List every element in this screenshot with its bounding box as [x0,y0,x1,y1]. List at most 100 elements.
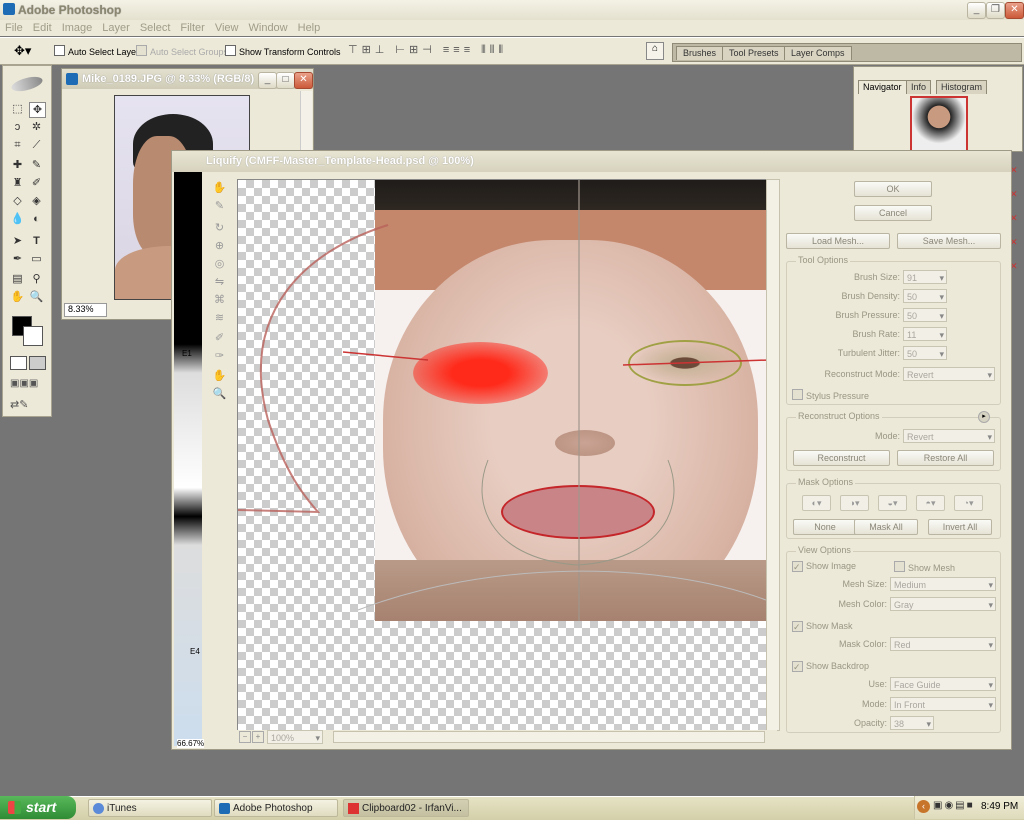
dodge-tool-icon[interactable]: ◐ [29,212,44,226]
backdrop-opacity-field[interactable]: 38 [890,716,934,731]
brush-pressure-field[interactable]: 50 [903,308,947,323]
thaw-mask-icon[interactable]: ✑ [212,349,227,364]
tray-icons[interactable]: ▣◉▤■ [933,800,975,811]
mesh-size-select[interactable]: Medium [890,577,996,592]
menu-filter[interactable]: Filter [175,20,209,36]
doc-close-button[interactable]: ✕ [294,72,313,89]
canvas-horizontal-scrollbar[interactable] [333,731,765,743]
menu-layer[interactable]: Layer [97,20,135,36]
bloat-tool-icon[interactable]: ◎ [212,257,227,272]
push-left-icon[interactable]: ⇋ [212,275,227,290]
stamp-tool-icon[interactable]: ♜ [10,176,25,190]
tab-histogram[interactable]: Histogram [936,80,988,94]
save-mesh-button[interactable]: Save Mesh... [897,233,1001,249]
minimize-button[interactable]: _ [967,2,986,19]
tab-brushes[interactable]: Brushes [676,46,724,60]
palette-well-icon[interactable]: ⌂ [646,42,664,60]
reconstruct-tool-icon[interactable]: ✎ [212,199,227,214]
mask-color-select[interactable]: Red [890,637,996,652]
tab-layer-comps[interactable]: Layer Comps [784,46,852,60]
pen-tool-icon[interactable]: ✒ [10,252,25,266]
mirror-tool-icon[interactable]: ⌘ [212,293,227,308]
eraser-tool-icon[interactable]: ◇ [10,194,25,208]
mask-all-button[interactable]: Mask All [854,519,918,535]
reconstruct-mode-select-2[interactable]: Revert [903,429,995,444]
menu-window[interactable]: Window [244,20,293,36]
quick-mask-icon[interactable] [29,356,46,370]
invert-all-button[interactable]: Invert All [928,519,992,535]
turbulent-jitter-field[interactable]: 50 [903,346,947,361]
move-tool-icon[interactable]: ✥▾ [14,43,31,59]
screen-mode-icons[interactable]: ▣▣▣ [10,378,38,389]
eyedropper-icon[interactable]: ⚲ [29,272,44,286]
task-itunes[interactable]: iTunes [88,799,212,817]
hand-tool-icon[interactable]: ✋ [10,290,25,304]
menu-help[interactable]: Help [293,20,326,36]
auto-select-layer-option[interactable]: Auto Select Layer [54,45,139,57]
move-tool-icon[interactable]: ✥ [29,102,46,118]
zoom-tool-icon[interactable]: 🔍 [212,387,227,402]
menu-select[interactable]: Select [135,20,176,36]
tab-info[interactable]: Info [906,80,932,94]
show-transform-controls-option[interactable]: Show Transform Controls [225,45,341,57]
show-image-option[interactable]: ✓ Show Image [792,561,856,572]
liquify-canvas[interactable] [237,179,767,731]
slice-tool-icon[interactable]: ⟋ [29,138,44,152]
stylus-pressure-option[interactable]: Stylus Pressure [792,389,869,401]
show-mesh-option[interactable]: Show Mesh [894,561,955,573]
show-backdrop-option[interactable]: ✓ Show Backdrop [792,661,869,672]
menu-image[interactable]: Image [57,20,98,36]
background-color-swatch[interactable] [23,326,43,346]
reconstruct-mode-select[interactable]: Revert [903,367,995,382]
brush-size-field[interactable]: 91 [903,270,947,285]
magic-wand-icon[interactable]: ✲ [29,120,44,134]
standard-mode-icon[interactable] [10,356,27,370]
zoom-in-icon[interactable]: + [252,731,264,743]
restore-all-button[interactable]: Restore All [897,450,994,466]
tray-expand-icon[interactable]: ‹ [917,800,930,813]
menu-edit[interactable]: Edit [28,20,57,36]
jump-to-imageready-icon[interactable]: ⇄✎ [10,398,28,411]
marquee-tool-icon[interactable]: ⬚ [10,102,25,116]
task-photoshop[interactable]: Adobe Photoshop [214,799,338,817]
twirl-tool-icon[interactable]: ↻ [212,221,227,236]
restore-button[interactable]: ❐ [986,2,1005,19]
zoom-out-icon[interactable]: − [239,731,251,743]
hand-tool-icon[interactable]: ✋ [212,369,227,384]
turbulence-tool-icon[interactable]: ≋ [212,311,227,326]
reconstruct-button[interactable]: Reconstruct [793,450,890,466]
cancel-button[interactable]: Cancel [854,205,932,221]
freeze-mask-icon[interactable]: ✐ [212,331,227,346]
zoom-tool-icon[interactable]: 🔍 [29,290,44,304]
menu-view[interactable]: View [210,20,244,36]
doc-maximize-button[interactable]: □ [276,72,295,89]
backdrop-mode-select[interactable]: In Front [890,697,996,712]
lasso-tool-icon[interactable]: ↄ [10,120,25,134]
brush-tool-icon[interactable]: ✎ [29,158,44,172]
task-irfanview[interactable]: Clipboard02 - IrfanVi... [343,799,469,817]
mask-none-button[interactable]: None [793,519,857,535]
mask-subtract-icon[interactable]: ◒▾ [878,495,907,511]
type-tool-icon[interactable]: T [29,234,44,248]
mask-add-icon[interactable]: ◑▾ [840,495,869,511]
align-icons[interactable]: ⊤⊞⊥ ⊢⊞⊣ ≡≡≡ ⫴⫴⫴ [348,43,507,57]
menu-file[interactable]: File [0,20,28,36]
backdrop-use-select[interactable]: Face Guide [890,677,996,692]
auto-select-groups-option[interactable]: Auto Select Groups [136,45,228,57]
history-brush-icon[interactable]: ✐ [29,176,44,190]
ok-button[interactable]: OK [854,181,932,197]
mask-intersect-icon[interactable]: ◓▾ [916,495,945,511]
brush-density-field[interactable]: 50 [903,289,947,304]
pucker-tool-icon[interactable]: ⊕ [212,239,227,254]
healing-brush-icon[interactable]: ✚ [10,158,25,172]
shape-tool-icon[interactable]: ▭ [29,252,44,266]
blur-tool-icon[interactable]: 💧 [10,212,25,226]
doc-minimize-button[interactable]: _ [258,72,277,89]
zoom-select[interactable]: 100% [267,730,323,745]
tab-tool-presets[interactable]: Tool Presets [722,46,786,60]
start-button[interactable]: start [0,796,76,819]
tab-navigator[interactable]: Navigator [858,80,907,94]
mask-invert-icon[interactable]: ◔▾ [954,495,983,511]
mask-replace-icon[interactable]: ◐▾ [802,495,831,511]
reconstruct-menu-icon[interactable]: ▸ [978,411,990,423]
